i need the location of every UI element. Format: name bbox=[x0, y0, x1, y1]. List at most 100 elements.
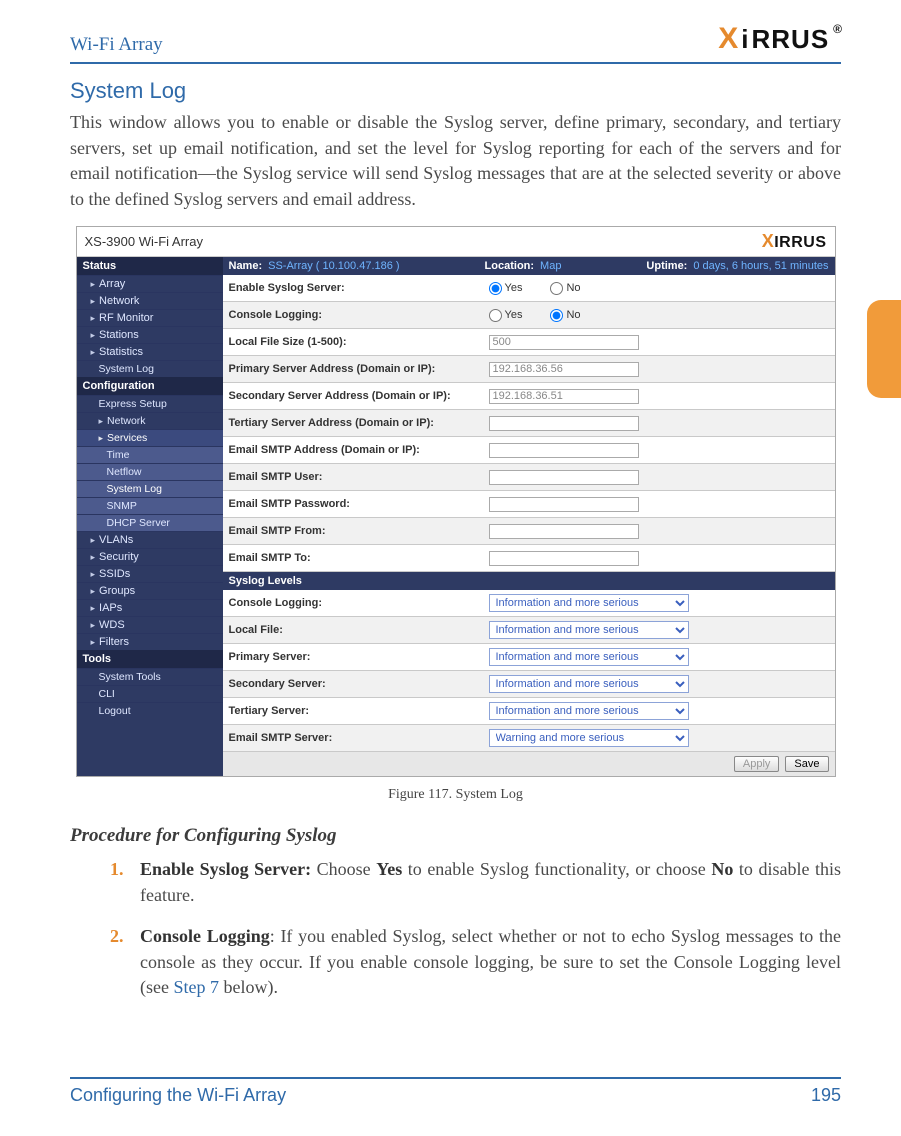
form-row: Primary Server Address (Domain or IP): bbox=[223, 356, 835, 383]
row-field bbox=[489, 551, 829, 566]
sidebar-item-syslog[interactable]: System Log bbox=[77, 480, 223, 497]
screenshot-figure: XS-3900 Wi-Fi Array XIRRUS Status Array … bbox=[76, 226, 836, 777]
sidebar-item-logout[interactable]: Logout bbox=[77, 702, 223, 719]
row-label: Console Logging: bbox=[229, 309, 489, 321]
level-label: Tertiary Server: bbox=[229, 705, 489, 717]
text-input[interactable] bbox=[489, 551, 639, 566]
step-bold: No bbox=[711, 859, 733, 879]
level-label: Primary Server: bbox=[229, 651, 489, 663]
save-button[interactable]: Save bbox=[785, 756, 828, 772]
step-text: Choose bbox=[311, 859, 376, 879]
footer-left: Configuring the Wi-Fi Array bbox=[70, 1085, 286, 1106]
level-select[interactable]: Information and more serious bbox=[489, 594, 689, 612]
sidebar-item-filters[interactable]: Filters bbox=[77, 633, 223, 650]
sidebar-item-ssids[interactable]: SSIDs bbox=[77, 565, 223, 582]
radio-no-label[interactable]: No bbox=[550, 282, 580, 295]
form-row: Tertiary Server Address (Domain or IP): bbox=[223, 410, 835, 437]
text-input[interactable] bbox=[489, 335, 639, 350]
header-title: Wi-Fi Array bbox=[70, 34, 163, 56]
radio-yes-label[interactable]: Yes bbox=[489, 282, 523, 295]
row-label: Email SMTP To: bbox=[229, 552, 489, 564]
level-select[interactable]: Warning and more serious bbox=[489, 729, 689, 747]
level-row: Console Logging:Information and more ser… bbox=[223, 590, 835, 617]
sidebar-item-express-setup[interactable]: Express Setup bbox=[77, 395, 223, 412]
page-header: Wi-Fi Array XiRRUS® bbox=[70, 22, 841, 64]
brand-text-1: i bbox=[741, 24, 749, 55]
window-brand-logo: XIRRUS bbox=[762, 231, 827, 252]
sidebar-section-tools: Tools bbox=[77, 650, 223, 668]
sidebar-item-wds[interactable]: WDS bbox=[77, 616, 223, 633]
text-input[interactable] bbox=[489, 497, 639, 512]
form-row: Secondary Server Address (Domain or IP): bbox=[223, 383, 835, 410]
step-link[interactable]: Step 7 bbox=[173, 977, 219, 997]
brand-text-2: RRUS bbox=[751, 24, 829, 55]
form-row: Email SMTP Address (Domain or IP): bbox=[223, 437, 835, 464]
row-field bbox=[489, 470, 829, 485]
radio-yes[interactable] bbox=[489, 309, 502, 322]
level-select[interactable]: Information and more serious bbox=[489, 675, 689, 693]
topbar-name-label: Name: bbox=[229, 260, 263, 272]
topbar-uptime-value: 0 days, 6 hours, 51 minutes bbox=[693, 260, 828, 272]
topbar-location-value[interactable]: Map bbox=[540, 260, 561, 272]
level-row: Secondary Server:Information and more se… bbox=[223, 671, 835, 698]
text-input[interactable] bbox=[489, 470, 639, 485]
level-select[interactable]: Information and more serious bbox=[489, 702, 689, 720]
page-footer: Configuring the Wi-Fi Array 195 bbox=[70, 1077, 841, 1106]
level-row: Primary Server:Information and more seri… bbox=[223, 644, 835, 671]
radio-no[interactable] bbox=[550, 309, 563, 322]
step-lead: Console Logging bbox=[140, 926, 270, 946]
window-titlebar: XS-3900 Wi-Fi Array XIRRUS bbox=[77, 227, 835, 257]
sidebar-item-dhcp-server[interactable]: DHCP Server bbox=[77, 514, 223, 531]
sidebar-item-services[interactable]: Services bbox=[77, 429, 223, 446]
level-label: Console Logging: bbox=[229, 597, 489, 609]
sidebar-item-stations[interactable]: Stations bbox=[77, 326, 223, 343]
sidebar-item-time[interactable]: Time bbox=[77, 446, 223, 463]
sidebar-item-security[interactable]: Security bbox=[77, 548, 223, 565]
sidebar-item-vlans[interactable]: VLANs bbox=[77, 531, 223, 548]
level-select[interactable]: Information and more serious bbox=[489, 648, 689, 666]
sidebar-item-system-log[interactable]: System Log bbox=[77, 360, 223, 377]
step-bold: Yes bbox=[376, 859, 402, 879]
text-input[interactable] bbox=[489, 416, 639, 431]
text-input[interactable] bbox=[489, 524, 639, 539]
button-bar: Apply Save bbox=[223, 752, 835, 776]
row-field: Yes No bbox=[489, 309, 829, 322]
sidebar-item-groups[interactable]: Groups bbox=[77, 582, 223, 599]
step-number: 2. bbox=[110, 924, 124, 950]
row-label: Secondary Server Address (Domain or IP): bbox=[229, 390, 489, 402]
sidebar-item-rf-monitor[interactable]: RF Monitor bbox=[77, 309, 223, 326]
sidebar-item-system-tools[interactable]: System Tools bbox=[77, 668, 223, 685]
side-tab-icon bbox=[867, 300, 901, 398]
text-input[interactable] bbox=[489, 443, 639, 458]
row-field bbox=[489, 362, 829, 377]
window-brand-x-icon: X bbox=[762, 231, 775, 251]
level-select[interactable]: Information and more serious bbox=[489, 621, 689, 639]
row-field bbox=[489, 416, 829, 431]
sidebar-item-iaps[interactable]: IAPs bbox=[77, 599, 223, 616]
step-text: to enable Syslog functionality, or choos… bbox=[402, 859, 711, 879]
radio-no[interactable] bbox=[550, 282, 563, 295]
apply-button[interactable]: Apply bbox=[734, 756, 780, 772]
sidebar: Status Array Network RF Monitor Stations… bbox=[77, 257, 223, 776]
sidebar-item-array[interactable]: Array bbox=[77, 275, 223, 292]
sidebar-item-statistics[interactable]: Statistics bbox=[77, 343, 223, 360]
topbar-location-label: Location: bbox=[485, 260, 535, 272]
sidebar-item-cli[interactable]: CLI bbox=[77, 685, 223, 702]
sidebar-item-netflow[interactable]: Netflow bbox=[77, 463, 223, 480]
radio-no-label[interactable]: No bbox=[550, 309, 580, 322]
sidebar-item-network[interactable]: Network bbox=[77, 292, 223, 309]
text-input[interactable] bbox=[489, 389, 639, 404]
row-field: Yes No bbox=[489, 282, 829, 295]
text-input[interactable] bbox=[489, 362, 639, 377]
sidebar-item-network-cfg[interactable]: Network bbox=[77, 412, 223, 429]
row-label: Local File Size (1-500): bbox=[229, 336, 489, 348]
row-field bbox=[489, 443, 829, 458]
procedure-heading: Procedure for Configuring Syslog bbox=[70, 825, 841, 847]
content-topbar: Name: SS-Array ( 10.100.47.186 ) Locatio… bbox=[223, 257, 835, 275]
level-row: Tertiary Server:Information and more ser… bbox=[223, 698, 835, 725]
radio-yes[interactable] bbox=[489, 282, 502, 295]
radio-yes-label[interactable]: Yes bbox=[489, 309, 523, 322]
row-label: Email SMTP Address (Domain or IP): bbox=[229, 444, 489, 456]
row-field bbox=[489, 389, 829, 404]
sidebar-item-snmp[interactable]: SNMP bbox=[77, 497, 223, 514]
